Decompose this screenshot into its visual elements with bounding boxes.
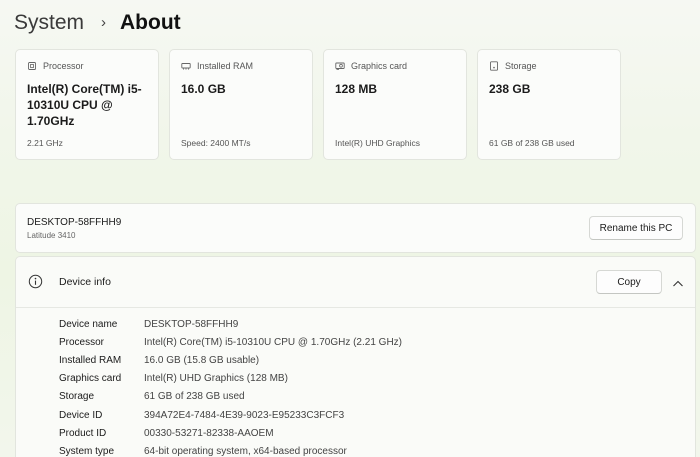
device-info-panel: Device info Copy Device name DESKTOP-58F… <box>15 256 696 457</box>
spec-label: Processor <box>59 336 105 348</box>
graphics-card-icon <box>335 61 345 71</box>
processor-card-sub: 2.21 GHz <box>27 138 63 148</box>
spec-row-processor: Processor Intel(R) Core(TM) i5-10310U CP… <box>59 333 402 351</box>
breadcrumb-system[interactable]: System <box>14 11 84 35</box>
graphics-card-card: Graphics card 128 MB Intel(R) UHD Graphi… <box>323 49 467 160</box>
storage-card-value: 238 GB <box>489 82 531 96</box>
spec-row-product-id: Product ID 00330-53271-82338-AAOEM <box>59 424 402 442</box>
spec-row-storage: Storage 61 GB of 238 GB used <box>59 388 402 406</box>
device-info-title: Device info <box>59 276 111 288</box>
spec-value: 394A72E4-7484-4E39-9023-E95233C3FCF3 <box>144 409 345 421</box>
ram-icon <box>181 61 191 71</box>
chevron-up-icon[interactable] <box>672 276 684 287</box>
spec-value: Intel(R) Core(TM) i5-10310U CPU @ 1.70GH… <box>144 336 402 348</box>
spec-value: Intel(R) UHD Graphics (128 MB) <box>144 373 288 385</box>
spec-label: Installed RAM <box>59 354 122 366</box>
graphics-card-title: Graphics card <box>351 61 408 71</box>
storage-card-sub: 61 GB of 238 GB used <box>489 138 575 148</box>
spec-row-device-id: Device ID 394A72E4-7484-4E39-9023-E95233… <box>59 406 402 424</box>
spec-row-device-name: Device name DESKTOP-58FFHH9 <box>59 315 402 333</box>
processor-icon <box>27 61 37 71</box>
ram-card-title: Installed RAM <box>197 61 254 71</box>
processor-card: Processor Intel(R) Core(TM) i5-10310U CP… <box>15 49 159 160</box>
device-info-header[interactable]: Device info Copy <box>16 257 695 308</box>
spec-label: Graphics card <box>59 373 122 385</box>
storage-card: Storage 238 GB 61 GB of 238 GB used <box>477 49 621 160</box>
spec-row-graphics-card: Graphics card Intel(R) UHD Graphics (128… <box>59 370 402 388</box>
pc-name: DESKTOP-58FFHH9 <box>27 217 122 228</box>
ram-card-sub: Speed: 2400 MT/s <box>181 138 251 148</box>
pc-model: Latitude 3410 <box>27 231 76 240</box>
breadcrumb-separator: › <box>101 13 107 31</box>
device-spec-list: Device name DESKTOP-58FFHH9 Processor In… <box>59 315 402 457</box>
spec-row-system-type: System type 64-bit operating system, x64… <box>59 442 402 457</box>
processor-card-value: Intel(R) Core(TM) i5-10310U CPU @ 1.70GH… <box>27 82 142 128</box>
ram-card-value: 16.0 GB <box>181 82 226 96</box>
spec-value: 00330-53271-82338-AAOEM <box>144 427 274 439</box>
page-title: About <box>120 11 181 34</box>
graphics-card-value: 128 MB <box>335 82 378 96</box>
spec-label: Device name <box>59 318 118 330</box>
spec-value: 61 GB of 238 GB used <box>144 391 245 403</box>
rename-pc-button[interactable]: Rename this PC <box>589 216 683 240</box>
spec-value: DESKTOP-58FFHH9 <box>144 318 239 330</box>
graphics-card-sub: Intel(R) UHD Graphics <box>335 138 421 148</box>
spec-label: Storage <box>59 391 95 403</box>
spec-label: Product ID <box>59 427 107 439</box>
spec-cards: Processor Intel(R) Core(TM) i5-10310U CP… <box>15 49 621 160</box>
pc-name-row: DESKTOP-58FFHH9 Latitude 3410 Rename thi… <box>15 203 696 253</box>
spec-value: 64-bit operating system, x64-based proce… <box>144 445 347 457</box>
breadcrumb: System › About <box>14 8 181 38</box>
spec-label: Device ID <box>59 409 103 421</box>
spec-value: 16.0 GB (15.8 GB usable) <box>144 354 260 366</box>
processor-card-title: Processor <box>43 61 84 71</box>
storage-card-title: Storage <box>505 61 537 71</box>
copy-button[interactable]: Copy <box>596 270 662 294</box>
spec-label: System type <box>59 445 115 457</box>
spec-row-installed-ram: Installed RAM 16.0 GB (15.8 GB usable) <box>59 351 402 369</box>
storage-icon <box>489 61 499 71</box>
info-icon <box>28 274 43 289</box>
ram-card: Installed RAM 16.0 GB Speed: 2400 MT/s <box>169 49 313 160</box>
